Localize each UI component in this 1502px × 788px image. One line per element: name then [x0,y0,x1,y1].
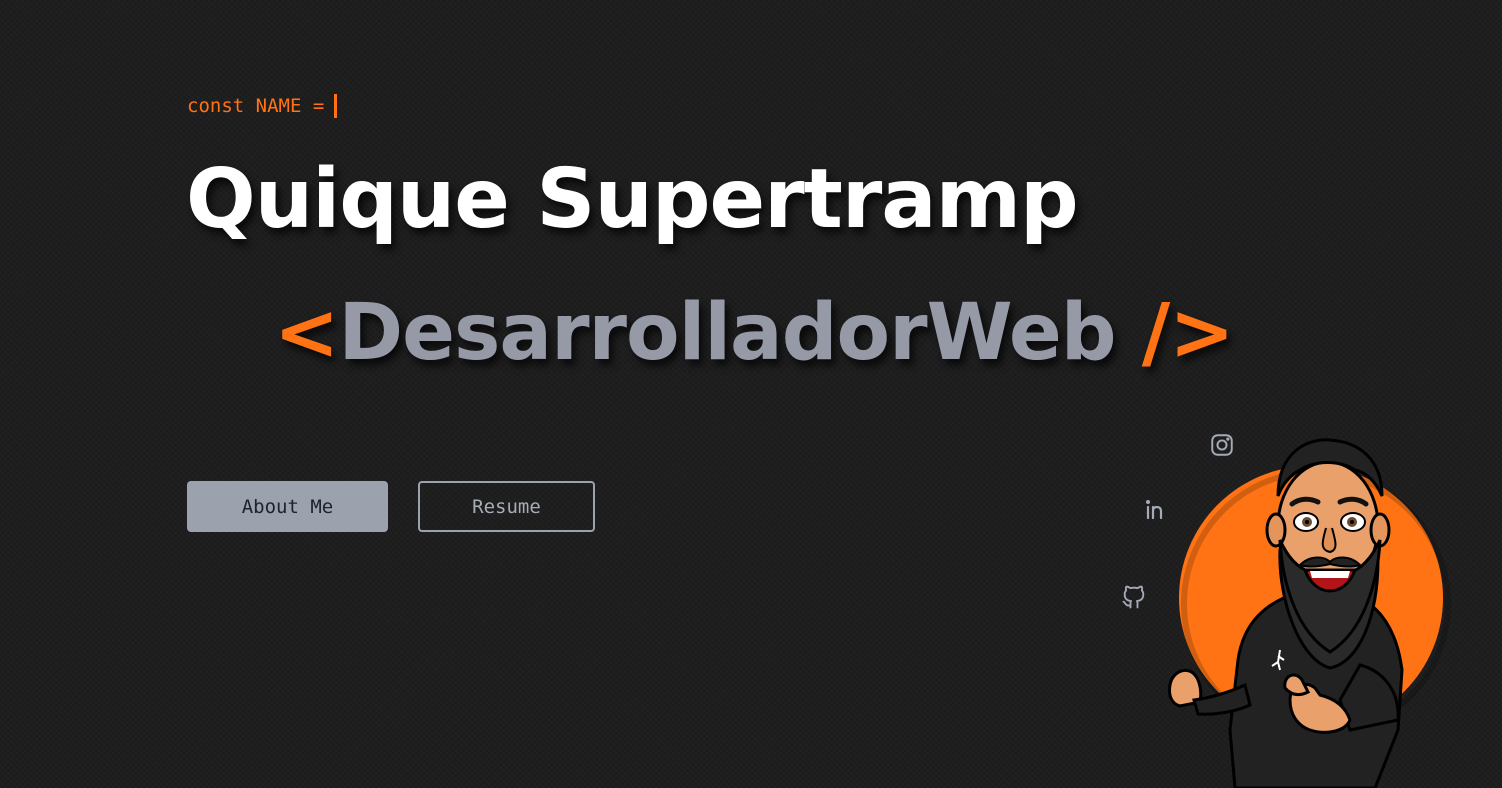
role-open-bracket: < [274,288,339,378]
code-prefix-text: const NAME = [187,95,325,117]
role-word: DesarrolladorWeb [338,288,1116,378]
github-icon[interactable] [1119,582,1149,612]
code-prefix-line: const NAME = [187,94,338,118]
resume-button[interactable]: Resume [418,481,595,532]
typing-caret [334,94,338,118]
hero-name: Quique Supertramp [186,152,1079,247]
role-close-bracket: /> [1115,288,1235,378]
avatar [1150,430,1502,788]
about-me-button[interactable]: About Me [187,481,388,532]
hero-role: <DesarrolladorWeb /> [274,288,1235,378]
